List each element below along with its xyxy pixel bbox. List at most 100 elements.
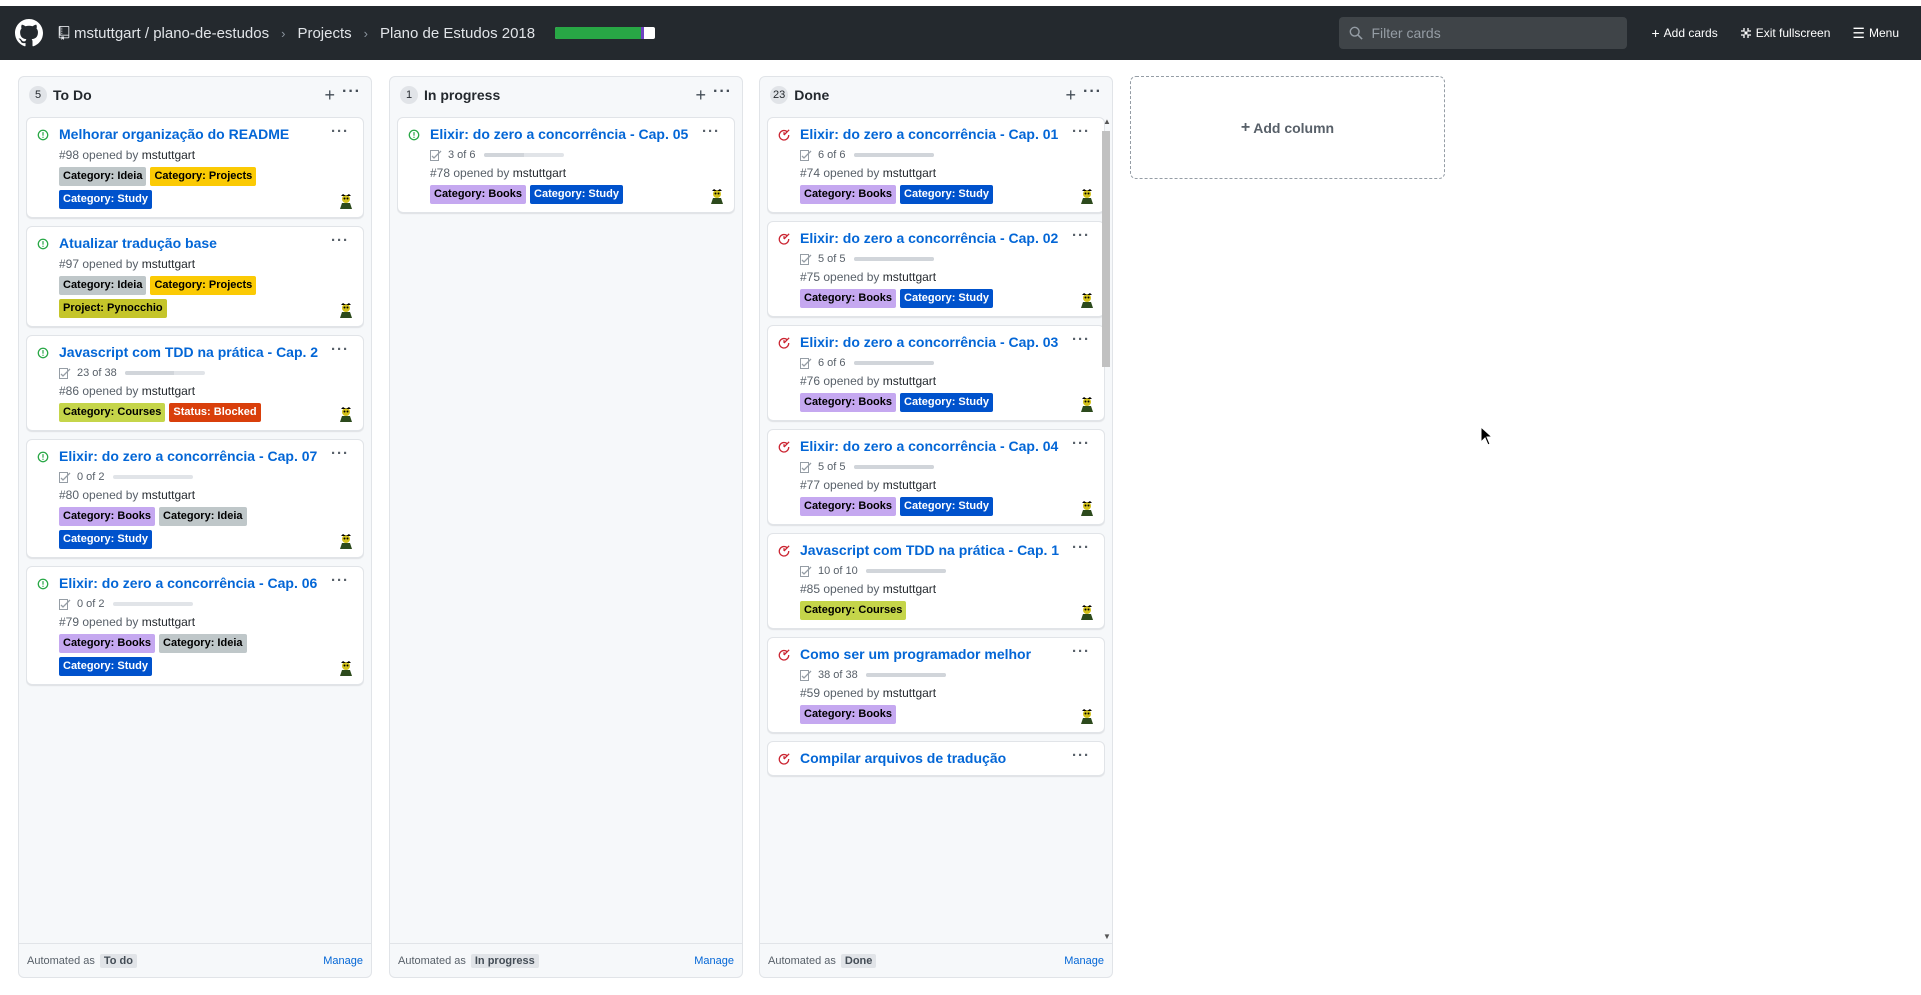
issue-label[interactable]: Category: Projects — [150, 167, 257, 186]
issue-title[interactable]: Elixir: do zero a concorrência - Cap. 01 — [800, 126, 1096, 143]
issue-number[interactable]: #97 — [59, 257, 79, 271]
issue-label[interactable]: Category: Books — [59, 507, 156, 526]
assignee-avatar[interactable] — [338, 302, 354, 318]
card-more-icon[interactable]: ··· — [1072, 331, 1090, 348]
add-cards-button[interactable]: + Add cards — [1651, 25, 1717, 41]
issue-card[interactable]: Elixir: do zero a concorrência - Cap. 01… — [767, 117, 1105, 213]
issue-title[interactable]: Melhorar organização do README — [59, 126, 355, 143]
github-logo-icon[interactable] — [14, 18, 44, 48]
issue-number[interactable]: #98 — [59, 148, 79, 162]
issue-card[interactable]: Elixir: do zero a concorrência - Cap. 07… — [26, 439, 364, 558]
issue-label[interactable]: Category: Books — [800, 393, 897, 412]
issue-card[interactable]: Elixir: do zero a concorrência - Cap. 04… — [767, 429, 1105, 525]
add-card-plus-icon[interactable]: + — [1065, 85, 1076, 106]
scroll-up-arrow-icon[interactable]: ▲ — [1103, 117, 1111, 126]
issue-card[interactable]: Elixir: do zero a concorrência - Cap. 02… — [767, 221, 1105, 317]
issue-label[interactable]: Category: Ideia — [59, 276, 147, 295]
card-more-icon[interactable]: ··· — [1072, 747, 1090, 764]
issue-label[interactable]: Category: Study — [900, 393, 993, 412]
menu-button[interactable]: ☰ Menu — [1852, 25, 1899, 42]
author-link[interactable]: mstuttgart — [142, 257, 195, 271]
issue-card[interactable]: Javascript com TDD na prática - Cap. 1 ··… — [767, 533, 1105, 629]
add-column-button[interactable]: + Add column — [1130, 76, 1445, 179]
assignee-avatar[interactable] — [338, 660, 354, 676]
assignee-avatar[interactable] — [709, 188, 725, 204]
card-more-icon[interactable]: ··· — [331, 232, 349, 249]
issue-label[interactable]: Category: Books — [800, 289, 897, 308]
issue-number[interactable]: #75 — [800, 270, 820, 284]
project-name[interactable]: Plano de Estudos 2018 — [380, 25, 535, 42]
issue-card[interactable]: Atualizar tradução base ··· #97 opened by … — [26, 226, 364, 327]
author-link[interactable]: mstuttgart — [142, 615, 195, 629]
assignee-avatar[interactable] — [338, 193, 354, 209]
issue-label[interactable]: Category: Ideia — [59, 167, 147, 186]
issue-number[interactable]: #86 — [59, 384, 79, 398]
issue-label[interactable]: Project: Pynocchio — [59, 299, 167, 318]
author-link[interactable]: mstuttgart — [142, 488, 195, 502]
card-more-icon[interactable]: ··· — [331, 123, 349, 140]
projects-link[interactable]: Projects — [297, 25, 351, 42]
card-more-icon[interactable]: ··· — [1072, 123, 1090, 140]
issue-title[interactable]: Javascript com TDD na prática - Cap. 2 — [59, 344, 355, 361]
scrollbar-thumb[interactable] — [1102, 131, 1110, 367]
column-more-icon[interactable]: ··· — [713, 83, 732, 101]
assignee-avatar[interactable] — [1079, 396, 1095, 412]
issue-title[interactable]: Javascript com TDD na prática - Cap. 1 — [800, 542, 1096, 559]
issue-label[interactable]: Category: Ideia — [159, 634, 247, 653]
issue-title[interactable]: Elixir: do zero a concorrência - Cap. 05 — [430, 126, 726, 143]
assignee-avatar[interactable] — [1079, 188, 1095, 204]
manage-automation-link[interactable]: Manage — [694, 955, 734, 967]
issue-card[interactable]: Elixir: do zero a concorrência - Cap. 05… — [397, 117, 735, 213]
issue-label[interactable]: Category: Study — [59, 530, 152, 549]
author-link[interactable]: mstuttgart — [142, 148, 195, 162]
issue-number[interactable]: #80 — [59, 488, 79, 502]
author-link[interactable]: mstuttgart — [513, 166, 566, 180]
issue-label[interactable]: Category: Books — [59, 634, 156, 653]
column-more-icon[interactable]: ··· — [342, 83, 361, 101]
issue-title[interactable]: Elixir: do zero a concorrência - Cap. 07 — [59, 448, 355, 465]
card-more-icon[interactable]: ··· — [1072, 539, 1090, 556]
issue-title[interactable]: Elixir: do zero a concorrência - Cap. 04 — [800, 438, 1096, 455]
issue-title[interactable]: Elixir: do zero a concorrência - Cap. 03 — [800, 334, 1096, 351]
author-link[interactable]: mstuttgart — [883, 686, 936, 700]
author-link[interactable]: mstuttgart — [883, 166, 936, 180]
issue-number[interactable]: #85 — [800, 582, 820, 596]
issue-label[interactable]: Category: Books — [800, 705, 897, 724]
issue-label[interactable]: Category: Study — [900, 185, 993, 204]
issue-card[interactable]: Elixir: do zero a concorrência - Cap. 06… — [26, 566, 364, 685]
issue-title[interactable]: Compilar arquivos de tradução — [800, 750, 1096, 767]
issue-title[interactable]: Atualizar tradução base — [59, 235, 355, 252]
card-more-icon[interactable]: ··· — [1072, 643, 1090, 660]
issue-card[interactable]: Elixir: do zero a concorrência - Cap. 03… — [767, 325, 1105, 421]
cards-scrollbar[interactable]: ▲ ▼ — [1102, 117, 1111, 941]
assignee-avatar[interactable] — [1079, 604, 1095, 620]
repo-link[interactable]: mstuttgart / plano-de-estudos — [74, 25, 269, 42]
exit-fullscreen-button[interactable]: Exit fullscreen — [1740, 26, 1830, 40]
card-more-icon[interactable]: ··· — [331, 341, 349, 358]
card-more-icon[interactable]: ··· — [331, 572, 349, 589]
issue-label[interactable]: Category: Projects — [150, 276, 257, 295]
author-link[interactable]: mstuttgart — [883, 582, 936, 596]
issue-label[interactable]: Category: Courses — [800, 601, 907, 620]
issue-label[interactable]: Category: Study — [900, 497, 993, 516]
issue-label[interactable]: Status: Blocked — [169, 403, 261, 422]
assignee-avatar[interactable] — [338, 533, 354, 549]
filter-cards-input[interactable] — [1369, 24, 1614, 42]
issue-label[interactable]: Category: Study — [59, 657, 152, 676]
issue-card[interactable]: Como ser um programador melhor ··· 38 of 3… — [767, 637, 1105, 733]
issue-card[interactable]: Melhorar organização do README ··· #98 ope… — [26, 117, 364, 218]
issue-label[interactable]: Category: Study — [530, 185, 623, 204]
issue-label[interactable]: Category: Courses — [59, 403, 166, 422]
card-more-icon[interactable]: ··· — [1072, 227, 1090, 244]
assignee-avatar[interactable] — [1079, 708, 1095, 724]
issue-number[interactable]: #77 — [800, 478, 820, 492]
assignee-avatar[interactable] — [1079, 292, 1095, 308]
assignee-avatar[interactable] — [1079, 500, 1095, 516]
column-more-icon[interactable]: ··· — [1083, 83, 1102, 101]
issue-label[interactable]: Category: Books — [800, 497, 897, 516]
issue-number[interactable]: #78 — [430, 166, 450, 180]
filter-cards-field[interactable] — [1339, 17, 1628, 49]
card-more-icon[interactable]: ··· — [1072, 435, 1090, 452]
issue-label[interactable]: Category: Study — [59, 190, 152, 209]
issue-card[interactable]: Javascript com TDD na prática - Cap. 2 ··… — [26, 335, 364, 431]
